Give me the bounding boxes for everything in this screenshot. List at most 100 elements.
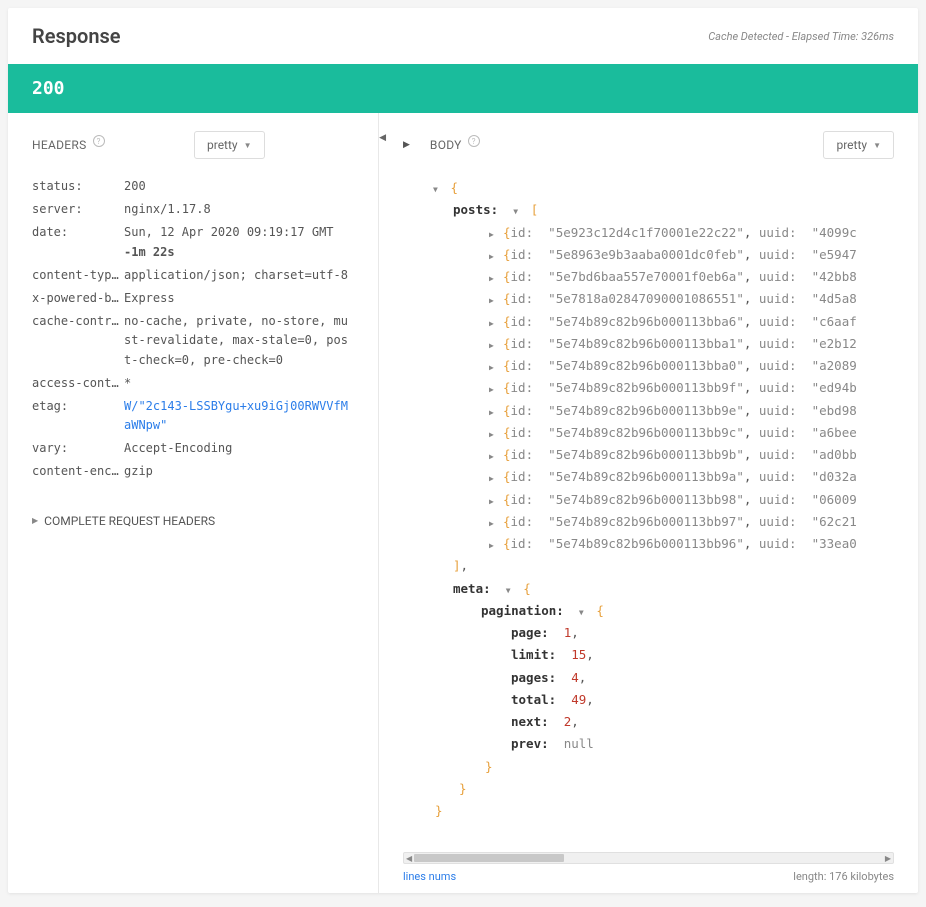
header-row: content-enc…gzip [32, 462, 354, 481]
header-row: cache-contr…no-cache, private, no-store,… [32, 312, 354, 370]
json-array-item[interactable]: ▶{id: "5e7818a02847090001086551", uuid: … [415, 288, 894, 310]
json-array-item[interactable]: ▶{id: "5e74b89c82b96b000113bb9e", uuid: … [415, 400, 894, 422]
json-array-item[interactable]: ▶{id: "5e8963e9b3aaba0001dc0feb", uuid: … [415, 244, 894, 266]
collapse-right-icon[interactable]: ▶ [403, 140, 410, 150]
json-field: next: 2, [415, 711, 894, 733]
header-key: cache-contr… [32, 312, 124, 370]
header-key: date: [32, 223, 124, 261]
status-bar: 200 [8, 64, 918, 113]
header-row: status:200 [32, 177, 354, 196]
header-value: Accept-Encoding [124, 439, 354, 458]
header-key: x-powered-b… [32, 289, 124, 308]
json-array-item[interactable]: ▶{id: "5e74b89c82b96b000113bb9b", uuid: … [415, 444, 894, 466]
header-key: access-cont… [32, 374, 124, 393]
json-field: page: 1, [415, 622, 894, 644]
dropdown-label: pretty [836, 138, 867, 152]
horizontal-scrollbar[interactable]: ◀ ▶ [403, 852, 894, 864]
header-row: x-powered-b…Express [32, 289, 354, 308]
header-row: etag:W/"2c143-LSSBYgu+xu9iGj00RWVVfMaWNp… [32, 397, 354, 435]
help-icon[interactable]: ? [93, 135, 105, 147]
scroll-left-icon[interactable]: ◀ [404, 853, 414, 864]
expand-icon[interactable]: ▶ [489, 361, 499, 375]
collapse-icon[interactable]: ▼ [433, 183, 443, 197]
header-value: Express [124, 289, 354, 308]
expand-icon[interactable]: ▶ [489, 250, 499, 264]
cache-note: Cache Detected - Elapsed Time: 326ms [708, 30, 894, 43]
headers-panel: HEADERS ? pretty ▼ ◀ status:200server:ng… [8, 113, 378, 893]
lines-nums-link[interactable]: lines nums [403, 870, 456, 883]
header-value: gzip [124, 462, 354, 481]
header-key: vary: [32, 439, 124, 458]
help-icon[interactable]: ? [468, 135, 480, 147]
json-field: limit: 15, [415, 644, 894, 666]
body-panel-head: ▶ BODY ? pretty ▼ [403, 131, 894, 159]
caret-down-icon: ▼ [244, 141, 252, 150]
header-row: date:Sun, 12 Apr 2020 09:19:17 GMT-1m 22… [32, 223, 354, 261]
header-row: server:nginx/1.17.8 [32, 200, 354, 219]
json-field: prev: null [415, 733, 894, 755]
header-value: Sun, 12 Apr 2020 09:19:17 GMT-1m 22s [124, 223, 354, 261]
json-array-item[interactable]: ▶{id: "5e7bd6baa557e70001f0eb6a", uuid: … [415, 266, 894, 288]
header-key: etag: [32, 397, 124, 435]
json-array-item[interactable]: ▶{id: "5e74b89c82b96b000113bba1", uuid: … [415, 333, 894, 355]
expand-icon[interactable]: ▶ [489, 517, 499, 531]
expand-icon[interactable]: ▶ [489, 272, 499, 286]
expand-icon[interactable]: ▶ [489, 450, 499, 464]
expand-icon[interactable]: ▶ [489, 472, 499, 486]
expand-icon[interactable]: ▶ [489, 539, 499, 553]
expand-icon[interactable]: ▶ [489, 339, 499, 353]
expand-icon[interactable]: ▶ [489, 383, 499, 397]
json-viewer[interactable]: ▼ {posts: ▼ [▶{id: "5e923c12d4c1f70001e2… [403, 177, 894, 846]
status-code: 200 [32, 78, 65, 99]
expand-icon[interactable]: ▶ [489, 406, 499, 420]
header-row: vary:Accept-Encoding [32, 439, 354, 458]
collapse-icon[interactable]: ▼ [579, 606, 589, 620]
json-field: pages: 4, [415, 667, 894, 689]
body-title: BODY [430, 138, 462, 152]
header-value: application/json; charset=utf-8 [124, 266, 354, 285]
scroll-right-icon[interactable]: ▶ [883, 853, 893, 864]
dropdown-label: pretty [207, 138, 238, 152]
header-key: status: [32, 177, 124, 196]
complete-headers-label: COMPLETE REQUEST HEADERS [44, 514, 215, 528]
expand-icon[interactable]: ▶ [489, 317, 499, 331]
headers-title: HEADERS [32, 138, 87, 152]
response-title: Response [32, 24, 121, 48]
header-row: access-cont…* [32, 374, 354, 393]
json-array-item[interactable]: ▶{id: "5e74b89c82b96b000113bba6", uuid: … [415, 311, 894, 333]
expand-icon[interactable]: ▶ [489, 428, 499, 442]
card-header: Response Cache Detected - Elapsed Time: … [8, 8, 918, 64]
body-length: length: 176 kilobytes [793, 870, 894, 883]
collapse-icon[interactable]: ▼ [506, 584, 516, 598]
headers-panel-head: HEADERS ? pretty ▼ [32, 131, 354, 159]
complete-headers-toggle[interactable]: ▶ COMPLETE REQUEST HEADERS [32, 514, 354, 528]
json-array-item[interactable]: ▶{id: "5e74b89c82b96b000113bb98", uuid: … [415, 489, 894, 511]
expand-icon[interactable]: ▶ [489, 294, 499, 308]
expand-icon[interactable]: ▶ [489, 495, 499, 509]
json-array-item[interactable]: ▶{id: "5e74b89c82b96b000113bb9a", uuid: … [415, 466, 894, 488]
json-array-item[interactable]: ▶{id: "5e74b89c82b96b000113bb9f", uuid: … [415, 377, 894, 399]
body-format-dropdown[interactable]: pretty ▼ [823, 131, 894, 159]
header-value[interactable]: W/"2c143-LSSBYgu+xu9iGj00RWVVfMaWNpw" [124, 397, 354, 435]
body-panel: ▶ BODY ? pretty ▼ ▼ {posts: ▼ [▶{id: "5e… [379, 113, 918, 893]
headers-format-dropdown[interactable]: pretty ▼ [194, 131, 265, 159]
json-array-item[interactable]: ▶{id: "5e74b89c82b96b000113bb97", uuid: … [415, 511, 894, 533]
expand-icon[interactable]: ▶ [489, 228, 499, 242]
response-card: Response Cache Detected - Elapsed Time: … [8, 8, 918, 893]
header-value: * [124, 374, 354, 393]
header-row: content-typ…application/json; charset=ut… [32, 266, 354, 285]
header-value: no-cache, private, no-store, must-revali… [124, 312, 354, 370]
header-value: nginx/1.17.8 [124, 200, 354, 219]
header-key: content-enc… [32, 462, 124, 481]
json-array-item[interactable]: ▶{id: "5e923c12d4c1f70001e22c22", uuid: … [415, 222, 894, 244]
json-field: total: 49, [415, 689, 894, 711]
json-array-item[interactable]: ▶{id: "5e74b89c82b96b000113bba0", uuid: … [415, 355, 894, 377]
collapse-icon[interactable]: ▼ [513, 205, 523, 219]
json-array-item[interactable]: ▶{id: "5e74b89c82b96b000113bb9c", uuid: … [415, 422, 894, 444]
header-key: server: [32, 200, 124, 219]
expand-icon: ▶ [32, 516, 38, 525]
body-footer: lines nums length: 176 kilobytes [403, 870, 894, 883]
json-array-item[interactable]: ▶{id: "5e74b89c82b96b000113bb96", uuid: … [415, 533, 894, 555]
scroll-thumb[interactable] [414, 854, 564, 862]
caret-down-icon: ▼ [873, 141, 881, 150]
